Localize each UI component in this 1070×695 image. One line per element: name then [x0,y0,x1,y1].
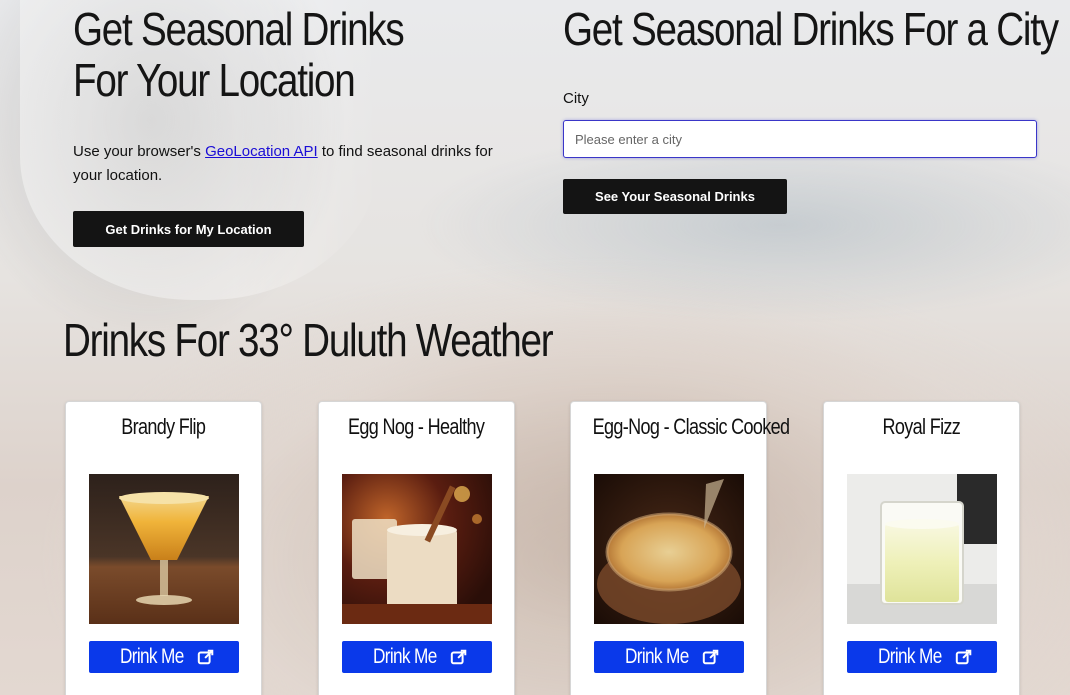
location-title: Get Seasonal Drinks For Your Location [73,3,405,106]
external-link-icon [956,649,972,665]
drink-name: Royal Fizz [882,414,961,439]
drink-card: Brandy Flip Drink Me [65,401,262,695]
city-label: City [563,90,589,107]
drink-name: Brandy Flip [121,414,206,439]
drink-name: Egg-Nog - Classic Cooked [592,414,790,439]
see-seasonal-drinks-button[interactable]: See Your Seasonal Drinks [563,179,787,214]
get-drinks-location-button[interactable]: Get Drinks for My Location [73,211,304,247]
geolocation-api-link[interactable]: GeoLocation API [205,143,318,160]
drink-image-egg-nog-classic [594,474,744,624]
external-link-icon [451,649,467,665]
drink-me-button[interactable]: Drink Me [594,641,744,673]
city-input[interactable] [563,120,1037,158]
drink-card: Royal Fizz Drink Me [823,401,1020,695]
drink-card: Egg Nog - Healthy Drink Me [318,401,515,695]
drink-me-button[interactable]: Drink Me [847,641,997,673]
drink-image-brandy-flip [89,474,239,624]
drink-me-button[interactable]: Drink Me [89,641,239,673]
city-title: Get Seasonal Drinks For a City [563,3,1059,55]
external-link-icon [198,649,214,665]
drink-name: Egg Nog - Healthy [348,414,485,439]
results-title: Drinks For 33° Duluth Weather [63,314,554,366]
location-intro: Use your browser's GeoLocation API to fi… [73,143,493,184]
drink-card: Egg-Nog - Classic Cooked Drink Me [570,401,790,695]
drink-image-royal-fizz [847,474,997,624]
drink-me-button[interactable]: Drink Me [342,641,492,673]
drink-image-egg-nog-healthy [342,474,492,624]
external-link-icon [703,649,719,665]
